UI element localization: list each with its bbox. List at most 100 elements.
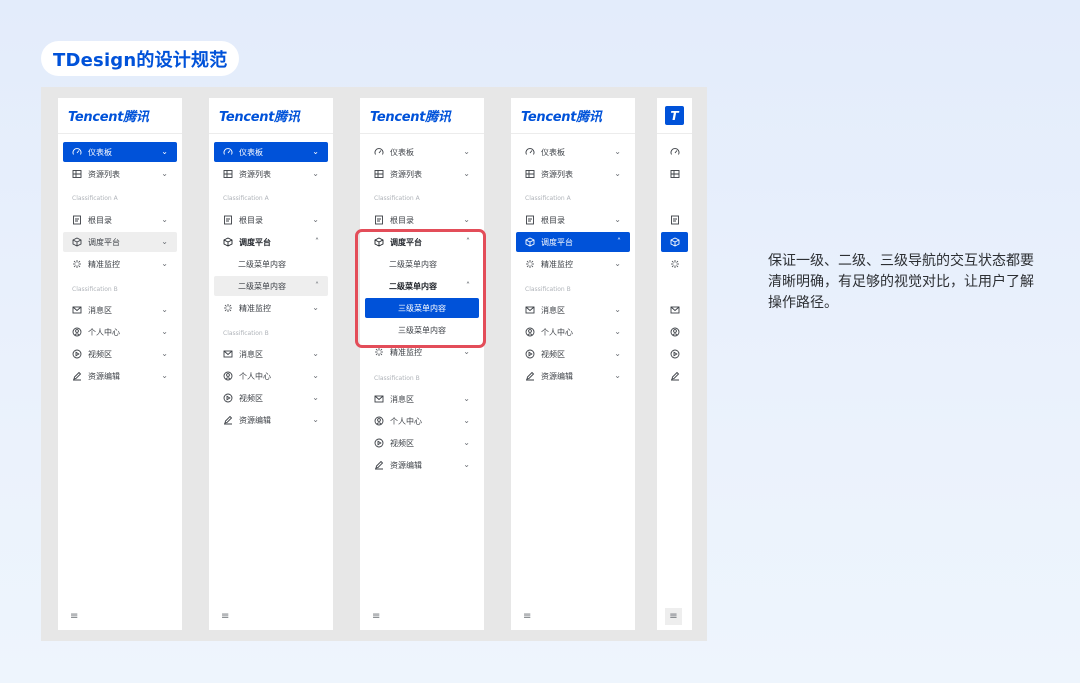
menu-item-root-dir[interactable]: 根目录 ⌄ [63, 210, 177, 230]
menu-item-dashboard[interactable]: 仪表板 ⌄ [516, 142, 630, 162]
menu-item-precision-monitor[interactable]: 精准监控 ⌄ [63, 254, 177, 274]
menu-item-video[interactable]: 视频区 ⌄ [214, 388, 328, 408]
menu-item-messages[interactable] [661, 300, 688, 320]
menu-item-root-dir[interactable]: 根目录 ⌄ [516, 210, 630, 230]
chevron-down-icon: ⌄ [463, 215, 470, 224]
menu-icon[interactable]: ≡ [665, 608, 682, 625]
cube-icon [374, 237, 384, 247]
menu-item-dashboard[interactable]: 仪表板 ⌄ [365, 142, 479, 162]
table-icon [72, 169, 82, 179]
menu-icon[interactable]: ≡ [372, 611, 380, 622]
menu-item-precision-monitor[interactable]: 精准监控 ⌄ [365, 342, 479, 362]
menu-icon[interactable]: ≡ [221, 611, 229, 622]
menu-item-scheduling[interactable]: 调度平台 ˄ [214, 232, 328, 252]
submenu-item-level2[interactable]: 二级菜单内容 [365, 254, 479, 274]
submenu-item-level2[interactable]: 二级菜单内容 ˄ [214, 276, 328, 296]
menu-item-root-dir[interactable]: 根目录 ⌄ [214, 210, 328, 230]
edit-icon [223, 415, 233, 425]
menu-item-resource-edit[interactable]: 资源编辑 ⌄ [63, 366, 177, 386]
table-icon [670, 169, 680, 179]
menu-item-root-dir[interactable]: 根目录 ⌄ [365, 210, 479, 230]
menu-item-messages[interactable]: 消息区 ⌄ [214, 344, 328, 364]
tencent-logo: Tencent腾讯 [68, 110, 149, 125]
mail-icon [374, 394, 384, 404]
chevron-down-icon: ⌄ [161, 327, 168, 336]
menu-item-messages[interactable]: 消息区 ⌄ [63, 300, 177, 320]
page-title: TDesign的设计规范 [41, 41, 240, 76]
file-icon [374, 215, 384, 225]
table-icon [525, 169, 535, 179]
chevron-up-icon: ˄ [315, 237, 319, 246]
submenu-item-level3[interactable]: 三级菜单内容 [365, 320, 479, 340]
chevron-down-icon: ⌄ [614, 169, 621, 178]
menu-item-video[interactable] [661, 344, 688, 364]
sparkle-icon [525, 259, 535, 269]
menu-item-video[interactable]: 视频区 ⌄ [365, 433, 479, 453]
mail-icon [223, 349, 233, 359]
menu-item-resource-edit[interactable]: 资源编辑 ⌄ [365, 455, 479, 475]
menu-item-video[interactable]: 视频区 ⌄ [63, 344, 177, 364]
play-circle-icon [525, 349, 535, 359]
menu-item-personal-center[interactable]: 个人中心 ⌄ [365, 411, 479, 431]
edit-icon [525, 371, 535, 381]
nav-panel-3: Tencent腾讯 仪表板 ⌄ 资源列表 ⌄ Classification A 根目… [360, 98, 484, 630]
navigation-examples: Tencent腾讯 仪表板 ⌄ 资源列表 ⌄ Classification A 根目… [41, 87, 707, 641]
chevron-down-icon: ⌄ [463, 460, 470, 469]
submenu-item-level3[interactable]: 三级菜单内容 [365, 298, 479, 318]
menu-item-precision-monitor[interactable]: 精准监控 ⌄ [516, 254, 630, 274]
menu-item-root-dir[interactable] [661, 210, 688, 230]
menu-item-messages[interactable]: 消息区 ⌄ [365, 389, 479, 409]
chevron-down-icon: ⌄ [161, 169, 168, 178]
menu-item-resource-list[interactable]: 资源列表 ⌄ [214, 164, 328, 184]
user-circle-icon [670, 327, 680, 337]
chevron-down-icon: ⌄ [463, 347, 470, 356]
chevron-down-icon: ⌄ [463, 169, 470, 178]
menu-item-personal-center[interactable]: 个人中心 ⌄ [516, 322, 630, 342]
submenu-item-level2[interactable]: 二级菜单内容 ˄ [365, 276, 479, 296]
nav-panel-collapsed: T ≡ [657, 98, 692, 630]
chevron-up-icon: ˄ [315, 281, 319, 290]
menu-item-dashboard[interactable] [661, 142, 688, 162]
menu-item-resource-list[interactable]: 资源列表 ⌄ [63, 164, 177, 184]
sparkle-icon [223, 303, 233, 313]
chevron-down-icon: ⌄ [312, 215, 319, 224]
menu-item-messages[interactable]: 消息区 ⌄ [516, 300, 630, 320]
menu-item-scheduling[interactable]: 调度平台 ˄ [516, 232, 630, 252]
menu-item-scheduling[interactable]: 调度平台 ⌄ [63, 232, 177, 252]
menu-item-scheduling[interactable]: 调度平台 ˄ [365, 232, 479, 252]
menu-item-resource-edit[interactable]: 资源编辑 ⌄ [214, 410, 328, 430]
menu-item-video[interactable]: 视频区 ⌄ [516, 344, 630, 364]
menu-item-resource-edit[interactable] [661, 366, 688, 386]
chevron-down-icon: ⌄ [614, 371, 621, 380]
edit-icon [72, 371, 82, 381]
submenu-item-level2[interactable]: 二级菜单内容 [214, 254, 328, 274]
nav-panel-2: Tencent腾讯 仪表板 ⌄ 资源列表 ⌄ Classification A 根目… [209, 98, 333, 630]
section-label: Classification B [223, 330, 269, 337]
menu-item-resource-list[interactable] [661, 164, 688, 184]
menu-item-resource-edit[interactable]: 资源编辑 ⌄ [516, 366, 630, 386]
chevron-down-icon: ⌄ [161, 259, 168, 268]
menu-item-scheduling[interactable] [661, 232, 688, 252]
file-icon [670, 215, 680, 225]
section-label: Classification A [525, 195, 571, 202]
menu-icon[interactable]: ≡ [523, 611, 531, 622]
menu-item-precision-monitor[interactable] [661, 254, 688, 274]
menu-item-resource-list[interactable]: 资源列表 ⌄ [516, 164, 630, 184]
description-text: 保证一级、二级、三级导航的交互状态都要清晰明确，有足够的视觉对比，让用户了解操作… [768, 253, 1034, 311]
menu-item-personal-center[interactable] [661, 322, 688, 342]
section-label: Classification B [72, 286, 118, 293]
chevron-down-icon: ⌄ [312, 147, 319, 156]
menu-item-dashboard[interactable]: 仪表板 ⌄ [214, 142, 328, 162]
gauge-icon [72, 147, 82, 157]
menu-item-personal-center[interactable]: 个人中心 ⌄ [63, 322, 177, 342]
gauge-icon [670, 147, 680, 157]
menu-icon[interactable]: ≡ [70, 611, 78, 622]
gauge-icon [223, 147, 233, 157]
menu-item-dashboard[interactable]: 仪表板 ⌄ [63, 142, 177, 162]
chevron-down-icon: ⌄ [312, 415, 319, 424]
chevron-down-icon: ⌄ [463, 438, 470, 447]
menu-item-personal-center[interactable]: 个人中心 ⌄ [214, 366, 328, 386]
menu-item-precision-monitor[interactable]: 精准监控 ⌄ [214, 298, 328, 318]
tencent-logo: Tencent腾讯 [219, 110, 300, 125]
menu-item-resource-list[interactable]: 资源列表 ⌄ [365, 164, 479, 184]
